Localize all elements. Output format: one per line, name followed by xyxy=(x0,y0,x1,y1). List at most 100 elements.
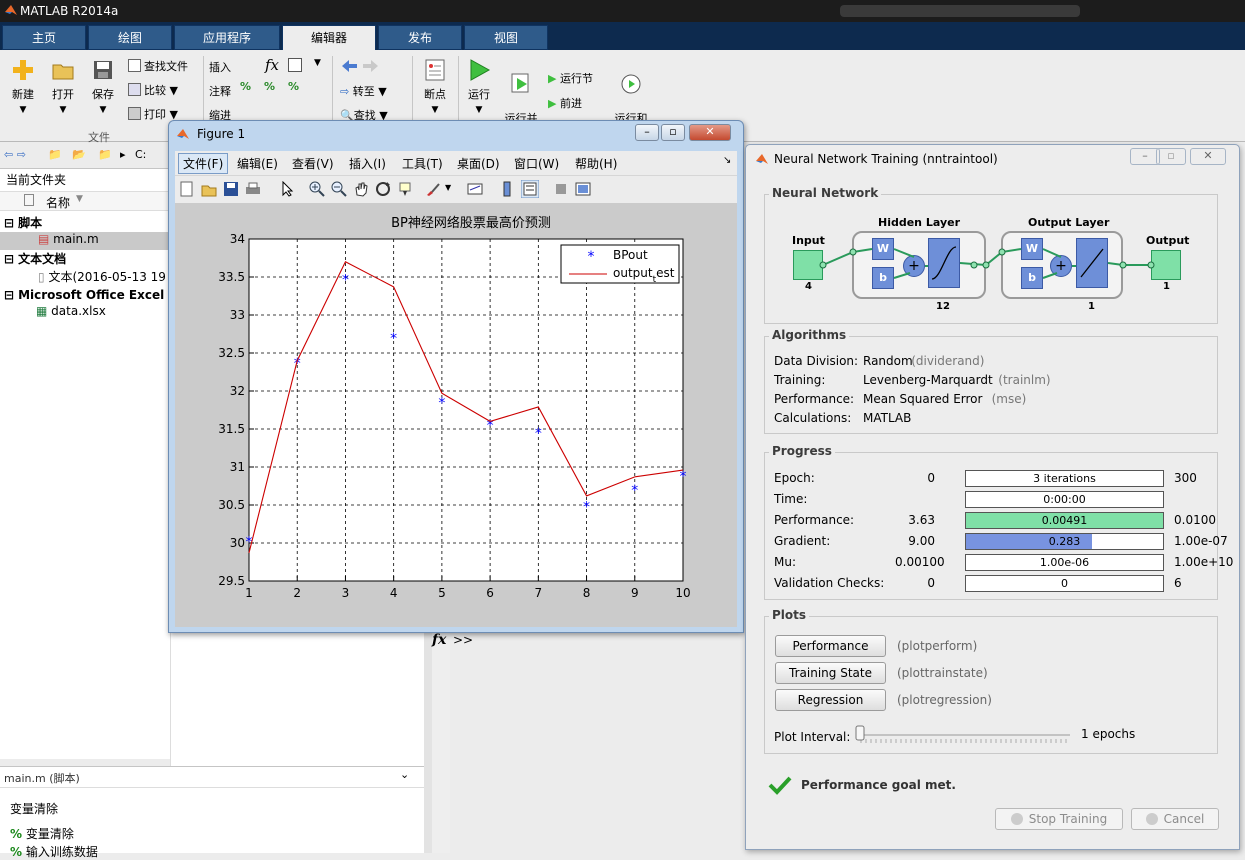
save-figure-icon[interactable] xyxy=(223,181,239,197)
regression-plot-button[interactable]: Regression xyxy=(775,689,886,711)
y-tick-label: 31.5 xyxy=(218,422,245,436)
maximize-button[interactable]: ▫ xyxy=(1156,148,1186,165)
progress-bar-text: 0.283 xyxy=(1048,535,1081,548)
up-folder-icon[interactable]: 📁 xyxy=(48,148,62,161)
menu-window[interactable]: 窗口(W) xyxy=(514,155,559,172)
save-button[interactable]: 保存 ▼ xyxy=(86,58,120,115)
close-button[interactable]: ✕ xyxy=(1190,148,1226,165)
breakpoints-button[interactable]: 断点 ▼ xyxy=(418,58,452,115)
back-forward-arrows-icon[interactable] xyxy=(340,58,380,74)
goto-button[interactable]: ⇨ 转至 ▼ xyxy=(340,83,387,99)
percent-icon[interactable]: % xyxy=(240,80,251,93)
compare-icon xyxy=(128,83,141,96)
close-button[interactable]: ✕ xyxy=(689,124,731,141)
menu-file[interactable]: 文件(F) xyxy=(178,153,229,174)
data-point-marker: * xyxy=(680,469,687,485)
plot-interval-slider[interactable] xyxy=(855,723,1075,749)
open-button[interactable]: 打开 ▼ xyxy=(46,58,80,115)
fx-icon[interactable]: fx xyxy=(265,56,279,74)
show-plot-tools-icon[interactable] xyxy=(575,181,591,197)
group-scripts[interactable]: ⊟ 脚本 xyxy=(0,214,170,232)
zoom-out-icon[interactable] xyxy=(331,181,347,197)
open-file-icon[interactable] xyxy=(201,181,217,197)
column-header[interactable]: 名称 ▼ xyxy=(0,191,170,211)
path-chevron-icon: ▸ xyxy=(120,148,126,161)
function-template-icon[interactable] xyxy=(288,58,302,72)
command-prompt[interactable]: >> xyxy=(453,633,473,647)
run-button[interactable]: 运行 ▼ xyxy=(462,58,496,115)
section-item[interactable]: % 变量清除 xyxy=(10,825,74,842)
tab-plots[interactable]: 绘图 xyxy=(88,25,172,50)
cancel-label: Cancel xyxy=(1163,812,1205,826)
progress-bar: 0 xyxy=(965,575,1164,592)
brush-dropdown-icon[interactable]: ▼ xyxy=(445,183,451,192)
menu-view[interactable]: 查看(V) xyxy=(292,155,334,172)
find-files-button[interactable]: 查找文件 xyxy=(128,58,188,74)
tab-editor[interactable]: 编辑器 xyxy=(282,25,376,51)
tab-view[interactable]: 视图 xyxy=(464,25,548,50)
tab-home[interactable]: 主页 xyxy=(2,25,86,50)
group-text-docs[interactable]: ⊟ 文本文档 xyxy=(0,250,170,268)
section-label: 变量清除 xyxy=(25,827,74,841)
run-section-button[interactable]: ▶ 运行节 xyxy=(548,70,593,86)
advance-button[interactable]: ▶ 前进 xyxy=(548,95,582,111)
performance-plot-button[interactable]: Performance xyxy=(775,635,886,657)
stop-training-button[interactable]: Stop Training xyxy=(995,808,1123,830)
menu-insert[interactable]: 插入(I) xyxy=(349,155,386,172)
pan-hand-icon[interactable] xyxy=(353,181,369,197)
menubar-arrow-icon[interactable]: ↘ xyxy=(723,155,731,166)
menu-tools[interactable]: 工具(T) xyxy=(402,155,443,172)
chevron-down-icon[interactable]: ⌄ xyxy=(400,768,409,781)
menu-help[interactable]: 帮助(H) xyxy=(575,155,617,172)
play-icon xyxy=(470,59,491,81)
data-point-marker: * xyxy=(535,426,542,442)
training-state-plot-button[interactable]: Training State xyxy=(775,662,886,684)
menu-desktop[interactable]: 桌面(D) xyxy=(457,155,500,172)
link-plot-icon[interactable] xyxy=(467,181,483,197)
compare-button[interactable]: 比较 ▼ xyxy=(128,82,178,98)
section-item[interactable]: % 输入训练数据 xyxy=(10,843,98,860)
menu-edit[interactable]: 编辑(E) xyxy=(237,155,278,172)
group-excel[interactable]: ⊟ Microsoft Office Excel 工 xyxy=(0,286,170,304)
back-forward-icon[interactable]: ⇦ ⇨ xyxy=(4,148,26,161)
insert-button[interactable]: 插入 xyxy=(209,59,231,75)
comment-button[interactable]: 注释 xyxy=(209,83,231,99)
algorithm-value: Levenberg-Marquardt xyxy=(863,373,993,387)
new-label: 新建 xyxy=(12,88,34,101)
browse-folder-icon[interactable]: 📂 xyxy=(72,148,86,161)
print-figure-icon[interactable] xyxy=(245,181,261,197)
section-label: 输入训练数据 xyxy=(25,845,98,859)
pointer-icon[interactable] xyxy=(279,181,295,197)
list-item-data-xlsx[interactable]: ▦ data.xlsx xyxy=(0,304,170,322)
floppy-disk-icon xyxy=(94,61,112,79)
rotate-3d-icon[interactable] xyxy=(375,181,391,197)
fx-icon: fx xyxy=(432,632,447,648)
brush-icon[interactable] xyxy=(425,181,441,197)
new-button[interactable]: 新建 ▼ xyxy=(6,58,40,115)
line-chart[interactable]: 1 2 3 4 5 6 7 8 9 103433.53332.53231.53130.53029.… xyxy=(175,203,737,627)
cancel-button[interactable]: Cancel xyxy=(1131,808,1219,830)
colorbar-icon[interactable] xyxy=(499,181,515,197)
insert-dropdown-icon[interactable]: ▼ xyxy=(314,58,321,68)
list-item-text-file[interactable]: ▯ 文本(2016-05-13 19 xyxy=(0,268,170,286)
zoom-in-icon[interactable] xyxy=(309,181,325,197)
wrap-comment-icon[interactable]: % xyxy=(288,80,299,93)
tab-publish[interactable]: 发布 xyxy=(378,25,462,50)
y-tick-label: 31 xyxy=(230,460,245,474)
minimize-button[interactable]: – xyxy=(635,124,659,141)
data-point-marker: * xyxy=(390,331,397,347)
tab-apps[interactable]: 应用程序 xyxy=(174,25,280,50)
goto-label: 转至 xyxy=(352,85,375,98)
new-figure-icon[interactable] xyxy=(179,181,195,197)
progress-bar-text: 0.00491 xyxy=(1041,514,1088,527)
hide-plot-tools-icon[interactable] xyxy=(553,181,569,197)
plus-icon xyxy=(13,60,33,80)
data-cursor-icon[interactable] xyxy=(397,181,413,197)
run-section-label: 运行节 xyxy=(559,72,593,85)
uncomment-icon[interactable]: % xyxy=(264,80,275,93)
legend-icon[interactable] xyxy=(521,180,539,198)
maximize-button[interactable]: ▫ xyxy=(661,124,685,141)
path-text[interactable]: C: xyxy=(135,148,146,161)
list-item-main-m[interactable]: ▤ main.m xyxy=(0,232,170,250)
progress-start-value: 3.63 xyxy=(908,513,935,527)
